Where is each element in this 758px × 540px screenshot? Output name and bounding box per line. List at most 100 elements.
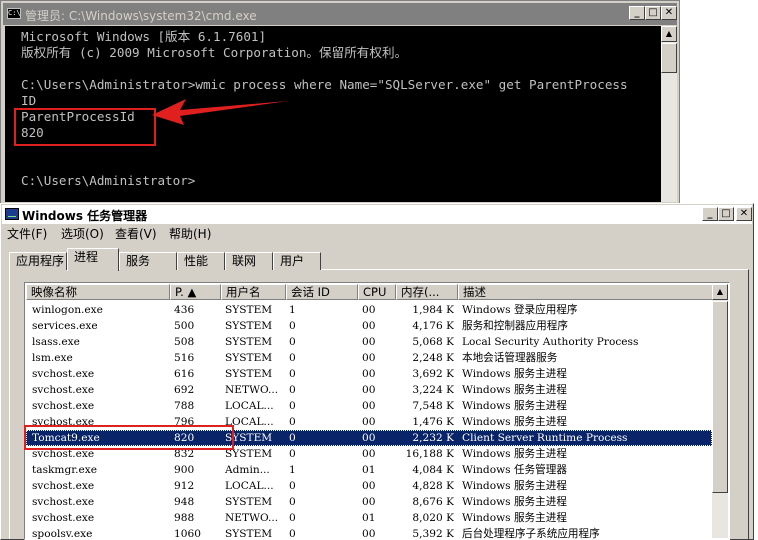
cell-cpu: 01 bbox=[362, 512, 376, 524]
column-description[interactable]: 描述 bbox=[458, 284, 718, 300]
menu-file[interactable]: 文件(F) bbox=[7, 225, 47, 242]
tab-services[interactable]: 服务 bbox=[119, 252, 177, 270]
cell-description: Windows 服务主进程 bbox=[462, 496, 567, 508]
table-row[interactable]: spoolsv.exe 1060 SYSTEM 0 00 5,392 K 后台处理程序子系统… bbox=[26, 526, 712, 540]
cell-cpu: 00 bbox=[362, 384, 376, 396]
cell-pid: 788 bbox=[174, 400, 195, 412]
tab-users[interactable]: 用户 bbox=[273, 252, 321, 270]
task-manager-icon bbox=[5, 208, 19, 220]
cell-cpu: 00 bbox=[362, 352, 376, 364]
cmd-minimize-button[interactable]: _ bbox=[629, 6, 645, 20]
cell-session-id: 0 bbox=[289, 432, 296, 444]
cmd-window: C:\ 管理员: C:\Windows\system32\cmd.exe _ □… bbox=[0, 0, 680, 205]
cell-memory: 8,676 K bbox=[412, 496, 454, 508]
cell-description: 后台处理程序子系统应用程序 bbox=[462, 528, 600, 540]
cell-image-name: taskmgr.exe bbox=[32, 464, 98, 476]
cell-cpu: 00 bbox=[362, 448, 376, 460]
process-list[interactable]: 映像名称 P. ▲ 用户名 会话 ID CPU 内存(... 描述 winlog… bbox=[24, 282, 730, 540]
table-row[interactable]: svchost.exe 788 LOCAL... 0 00 7,548 K Windows … bbox=[26, 398, 712, 414]
scroll-up-arrow-icon[interactable]: ▲ bbox=[661, 26, 677, 42]
column-username[interactable]: 用户名 bbox=[221, 284, 286, 300]
cell-cpu: 00 bbox=[362, 496, 376, 508]
tab-processes[interactable]: 进程 bbox=[67, 248, 119, 271]
cell-description: Windows 服务主进程 bbox=[462, 368, 567, 380]
cell-pid: 988 bbox=[174, 512, 195, 524]
cell-memory: 4,084 K bbox=[412, 464, 454, 476]
menu-options[interactable]: 选项(O) bbox=[61, 225, 104, 242]
cell-username: LOCAL... bbox=[225, 400, 274, 412]
table-row[interactable]: lsm.exe 516 SYSTEM 0 00 2,248 K 本地会话管理器服务 bbox=[26, 350, 712, 366]
annotation-arrow-icon bbox=[152, 99, 288, 125]
table-row[interactable]: svchost.exe 912 LOCAL... 0 00 4,828 K Windows … bbox=[26, 478, 712, 494]
taskmgr-minimize-button[interactable]: _ bbox=[702, 207, 718, 221]
cell-description: 本地会话管理器服务 bbox=[462, 352, 558, 364]
table-row[interactable]: svchost.exe 692 NETWO... 0 00 3,224 K Windows … bbox=[26, 382, 712, 398]
cmd-title-text: 管理员: C:\Windows\system32\cmd.exe bbox=[25, 9, 257, 23]
cell-username: NETWO... bbox=[225, 512, 279, 524]
cell-description: Local Security Authority Process bbox=[462, 336, 639, 348]
cell-cpu: 00 bbox=[362, 368, 376, 380]
menu-help[interactable]: 帮助(H) bbox=[169, 225, 211, 242]
console-line: C:\Users\Administrator>wmic process wher… bbox=[21, 77, 628, 92]
scroll-up-arrow-icon[interactable]: ▲ bbox=[712, 284, 728, 300]
table-row[interactable]: services.exe 500 SYSTEM 0 00 4,176 K 服务和控制器应用程… bbox=[26, 318, 712, 334]
cell-pid: 900 bbox=[174, 464, 195, 476]
cell-description: Windows 服务主进程 bbox=[462, 416, 567, 428]
cmd-scroll-thumb[interactable] bbox=[661, 43, 677, 73]
table-row[interactable]: winlogon.exe 436 SYSTEM 1 00 1,984 K Windows 登… bbox=[26, 302, 712, 318]
tab-applications[interactable]: 应用程序 bbox=[9, 252, 67, 270]
column-image-name[interactable]: 映像名称 bbox=[26, 284, 170, 300]
tab-performance[interactable]: 性能 bbox=[177, 252, 225, 270]
cell-image-name: svchost.exe bbox=[32, 400, 95, 412]
cmd-maximize-button[interactable]: □ bbox=[645, 6, 661, 20]
console-prompt: C:\Users\Administrator> bbox=[21, 173, 196, 188]
list-scroll-thumb[interactable] bbox=[712, 301, 728, 493]
tab-networking[interactable]: 联网 bbox=[225, 252, 273, 270]
cell-username: SYSTEM bbox=[225, 432, 273, 444]
cell-cpu: 00 bbox=[362, 416, 376, 428]
cell-description: Client Server Runtime Process bbox=[462, 432, 628, 444]
table-row[interactable]: taskmgr.exe 900 Admin... 1 01 4,084 K Windows … bbox=[26, 462, 712, 478]
cmd-scrollbar[interactable]: ▲ bbox=[661, 26, 677, 202]
cell-username: Admin... bbox=[225, 464, 270, 476]
table-row[interactable]: svchost.exe 948 SYSTEM 0 00 8,676 K Windows 服务… bbox=[26, 494, 712, 510]
annotation-box-tomcat bbox=[24, 425, 234, 450]
cell-session-id: 0 bbox=[289, 368, 296, 380]
cell-cpu: 00 bbox=[362, 400, 376, 412]
cell-image-name: svchost.exe bbox=[32, 384, 95, 396]
taskmgr-close-button[interactable]: ✕ bbox=[736, 207, 752, 221]
cell-session-id: 1 bbox=[289, 304, 296, 316]
cell-pid: 500 bbox=[174, 320, 195, 332]
column-cpu[interactable]: CPU bbox=[358, 284, 396, 300]
cell-memory: 3,692 K bbox=[412, 368, 454, 380]
cell-pid: 516 bbox=[174, 352, 195, 364]
table-row[interactable]: lsass.exe 508 SYSTEM 0 00 5,068 K Local Securi… bbox=[26, 334, 712, 350]
cell-session-id: 0 bbox=[289, 320, 296, 332]
menu-view[interactable]: 查看(V) bbox=[115, 225, 157, 242]
column-pid[interactable]: P. ▲ bbox=[170, 284, 221, 300]
annotation-box-parent-pid bbox=[14, 108, 156, 146]
list-scrollbar[interactable]: ▲ bbox=[712, 284, 728, 538]
column-session-id[interactable]: 会话 ID bbox=[286, 284, 358, 300]
cell-image-name: spoolsv.exe bbox=[32, 528, 93, 540]
cell-image-name: winlogon.exe bbox=[32, 304, 103, 316]
console-line: ID bbox=[21, 93, 37, 108]
cell-username: SYSTEM bbox=[225, 320, 273, 332]
table-row[interactable]: svchost.exe 988 NETWO... 0 01 8,020 K Windows … bbox=[26, 510, 712, 526]
cmd-close-button[interactable]: ✕ bbox=[661, 6, 677, 20]
taskmgr-title-bar[interactable]: Windows 任务管理器 _ □ ✕ bbox=[2, 205, 752, 224]
table-row[interactable]: svchost.exe 616 SYSTEM 0 00 3,692 K Windows 服务… bbox=[26, 366, 712, 382]
taskmgr-maximize-button[interactable]: □ bbox=[718, 207, 734, 221]
cell-cpu: 01 bbox=[362, 464, 376, 476]
cell-session-id: 0 bbox=[289, 448, 296, 460]
cell-image-name: svchost.exe bbox=[32, 496, 95, 508]
cell-session-id: 0 bbox=[289, 528, 296, 540]
column-memory[interactable]: 内存(... bbox=[396, 284, 458, 300]
cell-description: Windows 服务主进程 bbox=[462, 384, 567, 396]
cell-username: SYSTEM bbox=[225, 496, 273, 508]
cell-session-id: 0 bbox=[289, 416, 296, 428]
cell-memory: 2,248 K bbox=[412, 352, 454, 364]
cmd-title-bar[interactable]: C:\ 管理员: C:\Windows\system32\cmd.exe _ □… bbox=[3, 3, 677, 25]
cell-username: SYSTEM bbox=[225, 352, 273, 364]
cell-session-id: 1 bbox=[289, 464, 296, 476]
